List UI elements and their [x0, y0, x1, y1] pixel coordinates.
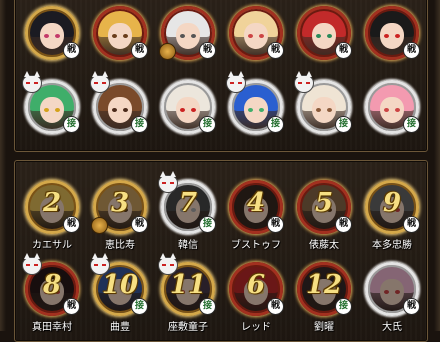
- role-badge: 戦: [131, 216, 148, 233]
- character-slot[interactable]: 9戦: [365, 180, 420, 234]
- character-slot[interactable]: 7接: [158, 171, 216, 234]
- character-name: 韓信: [178, 240, 198, 251]
- character-name: 俵藤太: [309, 240, 339, 251]
- role-badge: 接: [63, 116, 80, 133]
- rank-number: 8: [42, 270, 62, 300]
- rank-number: 9: [382, 188, 402, 218]
- rank-number: 11: [169, 270, 207, 300]
- character-name: 本多忠勝: [372, 240, 412, 251]
- role-badge: 戦: [267, 298, 284, 315]
- role-badge: 接: [267, 116, 284, 133]
- character-slot[interactable]: 接: [22, 71, 80, 134]
- role-badge: 接: [199, 216, 216, 233]
- character-name: カエサル: [32, 240, 72, 251]
- role-badge: 接: [403, 116, 420, 133]
- role-badge: 戦: [131, 42, 148, 59]
- role-badge: 戦: [403, 216, 420, 233]
- role-badge: 接: [199, 298, 216, 315]
- right-rail: [434, 0, 440, 331]
- role-badge: 戦: [335, 216, 352, 233]
- role-badge: 接: [199, 116, 216, 133]
- character-slot[interactable]: 6戦: [229, 262, 284, 316]
- role-badge: 接: [131, 298, 148, 315]
- role-badge: 接: [335, 116, 352, 133]
- character-slot[interactable]: 戦: [93, 6, 148, 60]
- medal-icon: [91, 217, 108, 234]
- role-badge: 戦: [267, 216, 284, 233]
- character-slot[interactable]: 戦: [159, 6, 216, 60]
- character-slot[interactable]: 11 接: [158, 253, 216, 316]
- rank-number: 7: [178, 188, 198, 218]
- role-badge: 戦: [63, 216, 80, 233]
- character-slot[interactable]: 戦: [25, 6, 80, 60]
- rank-number: 4: [246, 188, 266, 218]
- character-name: ブストゥフ: [231, 240, 281, 251]
- medal-icon: [159, 43, 176, 60]
- character-slot[interactable]: 2戦: [25, 180, 80, 234]
- character-slot[interactable]: 接: [161, 80, 216, 134]
- character-slot[interactable]: 12 接: [297, 262, 352, 316]
- rank-number: 3: [110, 188, 130, 218]
- character-slot[interactable]: 5戦: [297, 180, 352, 234]
- role-badge: 戦: [199, 42, 216, 59]
- role-badge: 戦: [267, 42, 284, 59]
- character-slot[interactable]: 戦: [365, 6, 420, 60]
- character-slot[interactable]: 接: [226, 71, 284, 134]
- character-slot[interactable]: 3戦: [91, 180, 148, 234]
- rank-number: 12: [305, 270, 343, 300]
- rank-number: 2: [42, 188, 62, 218]
- character-slot[interactable]: 戦: [365, 262, 420, 316]
- role-badge: 戦: [403, 298, 420, 315]
- rank-number: 10: [101, 270, 139, 300]
- character-slot[interactable]: 接: [365, 80, 420, 134]
- character-slot[interactable]: 4戦: [229, 180, 284, 234]
- character-slot[interactable]: 接: [90, 71, 148, 134]
- character-name: 恵比寿: [105, 240, 135, 251]
- character-slot[interactable]: 接: [294, 71, 352, 134]
- role-badge: 戦: [335, 42, 352, 59]
- character-slot[interactable]: 戦: [229, 6, 284, 60]
- rank-number: 6: [246, 270, 266, 300]
- character-slot[interactable]: 8戦: [22, 253, 80, 316]
- role-badge: 戦: [403, 42, 420, 59]
- role-badge: 接: [335, 298, 352, 315]
- role-badge: 接: [131, 116, 148, 133]
- role-badge: 戦: [63, 298, 80, 315]
- left-rail: [0, 0, 6, 331]
- character-slot[interactable]: 10 接: [90, 253, 148, 316]
- rank-number: 5: [314, 188, 334, 218]
- character-slot[interactable]: 戦: [297, 6, 352, 60]
- role-badge: 戦: [63, 42, 80, 59]
